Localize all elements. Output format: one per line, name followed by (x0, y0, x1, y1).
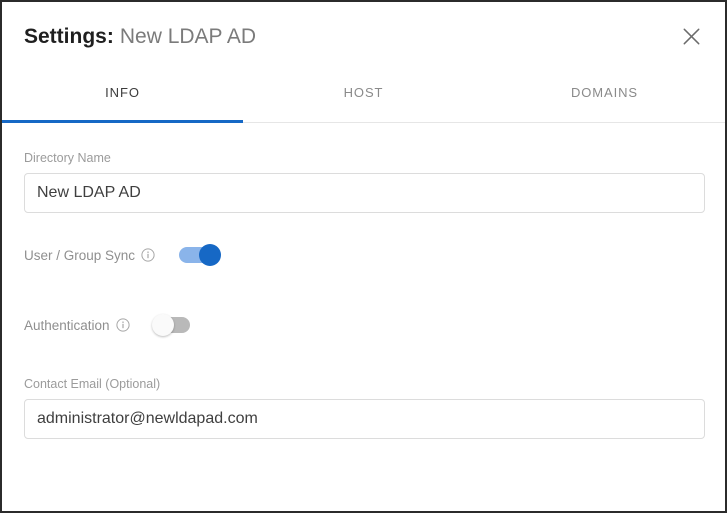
tab-bar: INFO HOST DOMAINS (2, 70, 725, 123)
user-group-sync-label: User / Group Sync (24, 247, 136, 263)
page-title: Settings: New LDAP AD (24, 26, 256, 47)
contact-email-field: Contact Email (Optional) (24, 377, 705, 439)
dialog-body: Directory Name User / Group Sync Authent… (2, 123, 725, 439)
tab-host[interactable]: HOST (243, 70, 484, 122)
settings-dialog: Settings: New LDAP AD INFO HOST DOMAINS D… (0, 0, 727, 513)
tab-domains[interactable]: DOMAINS (484, 70, 725, 122)
user-group-sync-row: User / Group Sync (24, 237, 703, 273)
page-title-prefix: Settings: (24, 24, 114, 48)
user-group-sync-toggle[interactable] (177, 244, 222, 266)
directory-name-input[interactable] (24, 173, 705, 213)
close-icon (683, 28, 700, 45)
authentication-label: Authentication (24, 317, 110, 333)
active-tab-indicator (2, 120, 243, 123)
directory-name-label: Directory Name (24, 151, 111, 165)
page-title-value: New LDAP AD (119, 24, 257, 48)
authentication-row: Authentication (24, 307, 703, 343)
contact-email-input[interactable] (24, 399, 705, 439)
tab-info[interactable]: INFO (2, 70, 243, 122)
info-icon[interactable] (115, 318, 130, 332)
info-icon[interactable] (141, 248, 155, 262)
contact-email-label: Contact Email (Optional) (24, 377, 161, 391)
toggle-knob (151, 314, 174, 336)
directory-name-field: Directory Name (24, 151, 705, 213)
authentication-toggle[interactable] (151, 314, 196, 336)
close-button[interactable] (675, 20, 707, 52)
toggle-knob (199, 244, 222, 266)
dialog-header: Settings: New LDAP AD (2, 2, 725, 70)
